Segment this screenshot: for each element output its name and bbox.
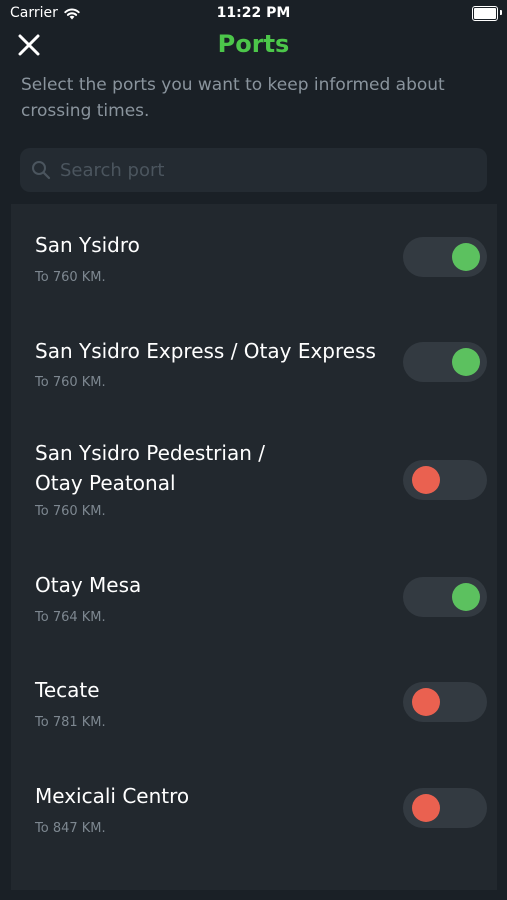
search-bar[interactable] — [20, 148, 487, 192]
port-distance: To 847 KM. — [35, 821, 106, 836]
search-input[interactable] — [58, 158, 462, 182]
port-toggle-otay-mesa[interactable] — [403, 577, 487, 617]
port-distance: To 760 KM. — [35, 504, 106, 519]
search-icon — [30, 159, 52, 181]
port-distance: To 781 KM. — [35, 715, 106, 730]
port-name: San Ysidro Pedestrian / Otay Peatonal — [35, 441, 265, 495]
ports-list: San Ysidro To 760 KM. San Ysidro Express… — [11, 204, 497, 890]
port-toggle-san-ysidro[interactable] — [403, 237, 487, 277]
toggle-knob — [452, 583, 480, 611]
page-title: Ports — [217, 30, 290, 58]
port-name: Tecate — [35, 678, 100, 702]
status-bar: Carrier 11:22 PM — [0, 0, 507, 28]
navigation-bar: Ports — [0, 28, 507, 62]
port-name: San Ysidro — [35, 233, 140, 257]
port-distance: To 760 KM. — [35, 270, 106, 285]
page-description: Select the ports you want to keep inform… — [21, 75, 445, 121]
toggle-knob — [412, 688, 440, 716]
port-toggle-san-ysidro-express[interactable] — [403, 342, 487, 382]
status-time: 11:22 PM — [216, 5, 291, 21]
port-name: Otay Mesa — [35, 573, 142, 597]
port-toggle-tecate[interactable] — [403, 682, 487, 722]
port-toggle-mexicali-centro[interactable] — [403, 788, 487, 828]
battery-level — [474, 8, 496, 19]
battery-tip — [500, 10, 502, 15]
battery-icon — [472, 6, 502, 21]
port-toggle-san-ysidro-pedestrian[interactable] — [403, 460, 487, 500]
port-name: San Ysidro Express / Otay Express — [35, 339, 376, 363]
port-name: Mexicali Centro — [35, 784, 190, 808]
toggle-knob — [452, 243, 480, 271]
toggle-knob — [412, 466, 440, 494]
port-distance: To 764 KM. — [35, 610, 106, 625]
toggle-knob — [452, 348, 480, 376]
port-distance: To 760 KM. — [35, 375, 106, 390]
toggle-knob — [412, 794, 440, 822]
